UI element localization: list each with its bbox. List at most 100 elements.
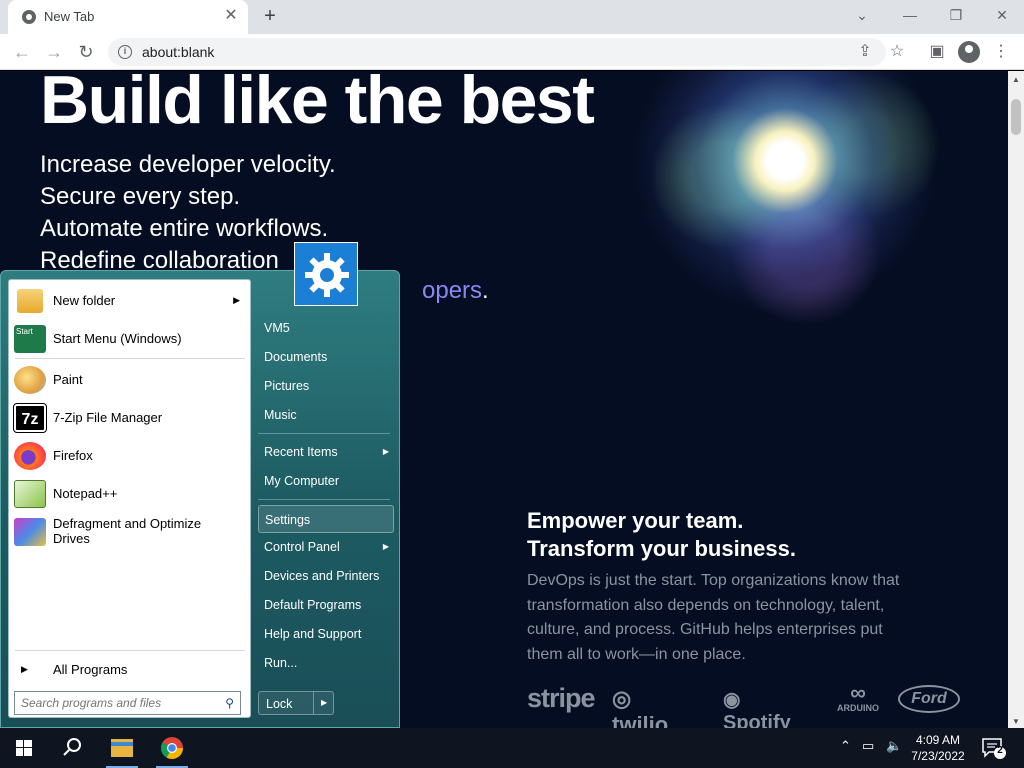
scroll-up-icon[interactable]: ▲ xyxy=(1012,75,1020,84)
share-icon[interactable]: ⇪ xyxy=(854,41,876,63)
program-label: New folder xyxy=(53,293,116,308)
taskbar-search-button[interactable] xyxy=(48,728,96,768)
taskbar-file-explorer[interactable] xyxy=(98,728,146,768)
program-label: Start Menu (Windows) xyxy=(53,331,182,346)
side-panel-icon[interactable]: ▣ xyxy=(926,41,948,63)
twilio-logo: ◎ twilio xyxy=(612,686,668,728)
clock-time: 4:09 AM xyxy=(915,733,961,747)
separator xyxy=(15,358,245,359)
hero-taglines: Increase developer velocity. Secure ever… xyxy=(40,149,336,277)
start-item-label: VM5 xyxy=(264,321,290,335)
search-icon[interactable]: ⚲ xyxy=(225,696,234,710)
file-explorer-icon xyxy=(111,739,133,757)
program-start-menu-windows[interactable]: Start Start Menu (Windows) xyxy=(13,322,246,356)
7zip-icon: 7z xyxy=(13,403,47,433)
all-programs-button[interactable]: ▶ All Programs xyxy=(13,653,246,687)
start-item-recent-items[interactable]: Recent Items ▶ xyxy=(258,438,394,466)
hero-purple-fragment: opers xyxy=(422,277,483,304)
start-item-documents[interactable]: Documents xyxy=(258,343,394,371)
show-hidden-icons-chevron-icon[interactable]: ⌃ xyxy=(840,738,851,754)
program-7zip[interactable]: 7z 7-Zip File Manager xyxy=(13,401,246,435)
tab-title: New Tab xyxy=(44,9,95,24)
firefox-icon xyxy=(14,442,46,470)
program-new-folder[interactable]: New folder ▶ xyxy=(13,284,246,318)
program-label: 7-Zip File Manager xyxy=(53,410,163,425)
taskbar-chrome[interactable] xyxy=(148,728,196,768)
volume-icon[interactable]: 🔈 xyxy=(886,738,902,754)
start-item-my-computer[interactable]: My Computer xyxy=(258,467,394,495)
start-item-devices-printers[interactable]: Devices and Printers xyxy=(258,562,394,590)
new-tab-button[interactable]: + xyxy=(258,6,282,28)
forward-button[interactable]: → xyxy=(42,40,66,64)
back-button[interactable]: ← xyxy=(10,40,34,64)
lock-button[interactable]: Lock ▶ xyxy=(258,691,334,715)
separator xyxy=(258,499,390,500)
start-item-control-panel[interactable]: Control Panel ▶ xyxy=(258,533,394,561)
chrome-icon xyxy=(161,737,183,759)
hero-globe-illustration xyxy=(580,71,990,371)
lock-options-arrow-icon[interactable]: ▶ xyxy=(321,698,327,707)
chrome-favicon-icon xyxy=(22,10,36,24)
stripe-logo: stripe xyxy=(527,683,596,713)
start-item-help-support[interactable]: Help and Support xyxy=(258,620,394,648)
start-item-run[interactable]: Run... xyxy=(258,649,394,677)
arduino-logo-text: ARDUINO xyxy=(837,703,879,713)
start-button[interactable] xyxy=(0,728,48,768)
close-window-button[interactable]: ✕ xyxy=(988,5,1016,25)
tab-search-chevron-icon[interactable]: ⌄ xyxy=(848,5,876,25)
restore-button[interactable]: ❐ xyxy=(942,5,970,25)
tab-close-icon[interactable]: ✕ xyxy=(222,7,240,25)
menu-dots-icon[interactable]: ⋮ xyxy=(990,41,1012,63)
start-menu-app-icon: Start xyxy=(14,325,46,353)
start-item-default-programs[interactable]: Default Programs xyxy=(258,591,394,619)
start-item-label: Recent Items xyxy=(264,445,338,459)
program-paint[interactable]: Paint xyxy=(13,363,246,397)
scroll-down-icon[interactable]: ▼ xyxy=(1012,717,1020,726)
separator xyxy=(258,433,390,434)
notification-count-badge: 2 xyxy=(997,745,1003,756)
empower-heading: Empower your team. Transform your busine… xyxy=(527,507,796,563)
hero-line: Automate entire workflows. xyxy=(40,215,329,242)
browser-titlebar: New Tab ✕ + ⌄ — ❐ ✕ xyxy=(0,0,1024,34)
bookmark-star-icon[interactable]: ☆ xyxy=(886,41,908,63)
start-item-vm5[interactable]: VM5 xyxy=(258,314,394,342)
start-search-box[interactable]: ⚲ xyxy=(14,691,241,715)
hero-purple-text: opers. xyxy=(422,277,489,305)
search-icon xyxy=(63,738,81,756)
program-notepadpp[interactable]: Notepad++ xyxy=(13,477,246,511)
start-item-settings[interactable]: Settings xyxy=(258,505,394,533)
start-search-input[interactable] xyxy=(21,695,211,711)
start-item-label: Documents xyxy=(264,350,328,364)
folder-icon xyxy=(17,289,43,313)
start-item-label: Default Programs xyxy=(264,598,362,612)
address-bar[interactable]: i about:blank xyxy=(108,38,886,66)
site-info-icon[interactable]: i xyxy=(118,45,132,59)
hero-line: Increase developer velocity. xyxy=(40,151,336,178)
user-tile-settings-icon[interactable] xyxy=(294,242,358,306)
start-item-label: Settings xyxy=(265,513,311,527)
program-defragment[interactable]: Defragment and Optimize Drives xyxy=(13,515,246,549)
program-label: Firefox xyxy=(53,448,93,463)
start-item-pictures[interactable]: Pictures xyxy=(258,372,394,400)
minimize-button[interactable]: — xyxy=(896,5,924,25)
empower-title-line: Empower your team. xyxy=(527,508,744,533)
reload-button[interactable]: ↻ xyxy=(74,40,98,64)
browser-toolbar: ← → ↻ i about:blank ⇪ ☆ ▣ ⋮ xyxy=(0,34,1024,70)
system-clock[interactable]: 4:09 AM 7/23/2022 xyxy=(906,732,970,764)
hero-title: Build like the best xyxy=(40,71,595,138)
action-center-button[interactable]: 2 xyxy=(980,736,1006,760)
start-item-music[interactable]: Music xyxy=(258,401,394,429)
page-scrollbar[interactable]: ▲ ▼ xyxy=(1008,71,1024,728)
address-url: about:blank xyxy=(142,44,215,60)
hero-line: Secure every step. xyxy=(40,183,241,210)
scrollbar-thumb[interactable] xyxy=(1011,99,1021,135)
notepadpp-icon xyxy=(14,480,46,508)
profile-avatar-icon[interactable] xyxy=(958,41,980,63)
program-firefox[interactable]: Firefox xyxy=(13,439,246,473)
program-label: Paint xyxy=(53,372,83,387)
taskbar: ⌃ ▭ 🔈 4:09 AM 7/23/2022 2 xyxy=(0,728,1024,768)
program-label: Defragment and Optimize Drives xyxy=(53,516,202,546)
network-icon[interactable]: ▭ xyxy=(862,738,874,754)
all-programs-label: All Programs xyxy=(53,662,128,677)
browser-tab[interactable]: New Tab ✕ xyxy=(8,0,248,34)
